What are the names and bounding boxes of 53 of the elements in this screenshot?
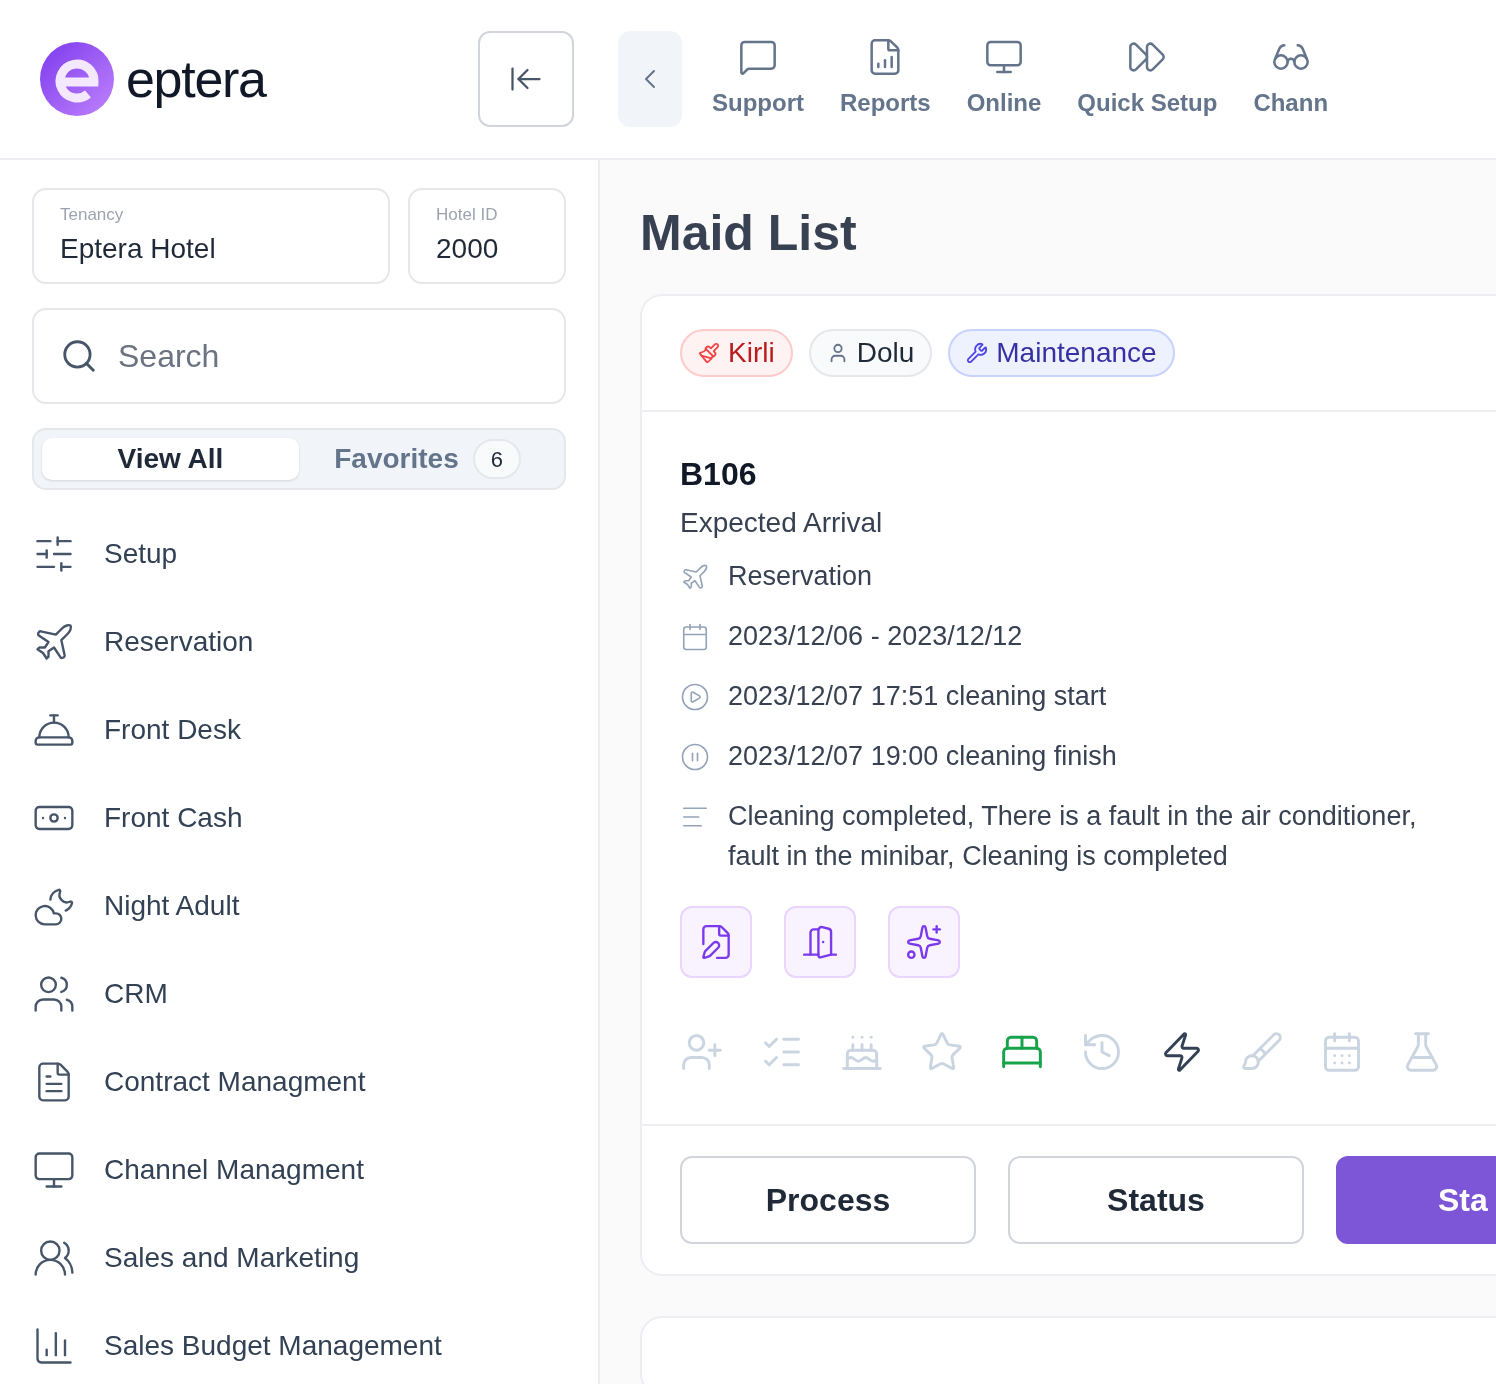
field-label: Hotel ID: [436, 204, 499, 227]
clean-button[interactable]: [888, 906, 960, 978]
sidebar-item[interactable]: Reservation: [32, 598, 566, 686]
nav-item[interactable]: Reports: [840, 37, 931, 121]
room-subtitle: Expected Arrival: [680, 506, 884, 540]
search-icon: [60, 337, 98, 375]
brush-icon: [698, 342, 720, 364]
nav-item[interactable]: Support: [712, 37, 804, 121]
detail-text: 2023/12/06 - 2023/12/12: [728, 620, 1024, 653]
play-icon: [680, 682, 710, 712]
wrench-icon: [966, 342, 989, 364]
sidebar-item[interactable]: Channel Managment: [32, 1126, 566, 1214]
action-button[interactable]: Status: [1008, 1156, 1304, 1244]
count-badge: 6: [472, 439, 521, 479]
sidebar-item[interactable]: Front Desk: [32, 686, 566, 774]
sidebar-item[interactable]: Contract Managment: [32, 1038, 566, 1126]
search-field[interactable]: Search: [32, 308, 566, 404]
nav-item[interactable]: Quick Setup: [1077, 37, 1218, 121]
hotel-id-field[interactable]: Hotel ID 2000: [408, 188, 566, 284]
status-tag: Kirli: [680, 329, 793, 377]
field-label: Tenancy: [60, 204, 125, 227]
field-value: Eptera Hotel: [60, 231, 217, 266]
pause-icon: [680, 742, 710, 772]
detail-text: 2023/12/07 17:51 cleaning start: [728, 680, 1108, 713]
room-number: B106: [680, 455, 758, 494]
calendar-icon: [680, 622, 710, 652]
page-title: Maid List: [640, 208, 858, 258]
status-tag: Maintenance: [948, 329, 1175, 377]
note-button[interactable]: [680, 906, 752, 978]
nav-item[interactable]: Online: [966, 37, 1042, 121]
tenancy-field[interactable]: Tenancy Eptera Hotel: [32, 188, 390, 284]
detail-text: 2023/12/07 19:00 cleaning finish: [728, 740, 1118, 773]
sidebar-item[interactable]: Night Adult: [32, 862, 566, 950]
sidebar-item[interactable]: Front Cash: [32, 774, 566, 862]
tab[interactable]: Favorites 6: [299, 438, 556, 480]
tab[interactable]: View All: [42, 438, 299, 480]
action-button[interactable]: Sta: [1336, 1156, 1496, 1244]
status-tag: Dolu: [808, 329, 933, 377]
sidebar-item[interactable]: CRM: [32, 950, 566, 1038]
door-icon: [801, 923, 839, 961]
sparkles-icon: [905, 923, 943, 961]
detail-text: Cleaning completed, There is a fault in the air conditioner, fault in the minibar, Cleaning is completed: [728, 800, 1418, 873]
brand-name: eptera: [126, 49, 266, 110]
action-button[interactable]: Process: [680, 1156, 976, 1244]
door-button[interactable]: [784, 906, 856, 978]
detail-text: Reservation: [728, 560, 874, 593]
plane-icon: [680, 562, 710, 592]
sidebar-item[interactable]: Sales and Marketing: [32, 1214, 566, 1302]
logo-icon: [40, 42, 114, 116]
nav-item[interactable]: Chann: [1253, 37, 1329, 121]
field-value: 2000: [436, 231, 500, 266]
sidebar-item[interactable]: Setup: [32, 510, 566, 598]
sidebar-item[interactable]: Sales Budget Management: [32, 1302, 566, 1384]
